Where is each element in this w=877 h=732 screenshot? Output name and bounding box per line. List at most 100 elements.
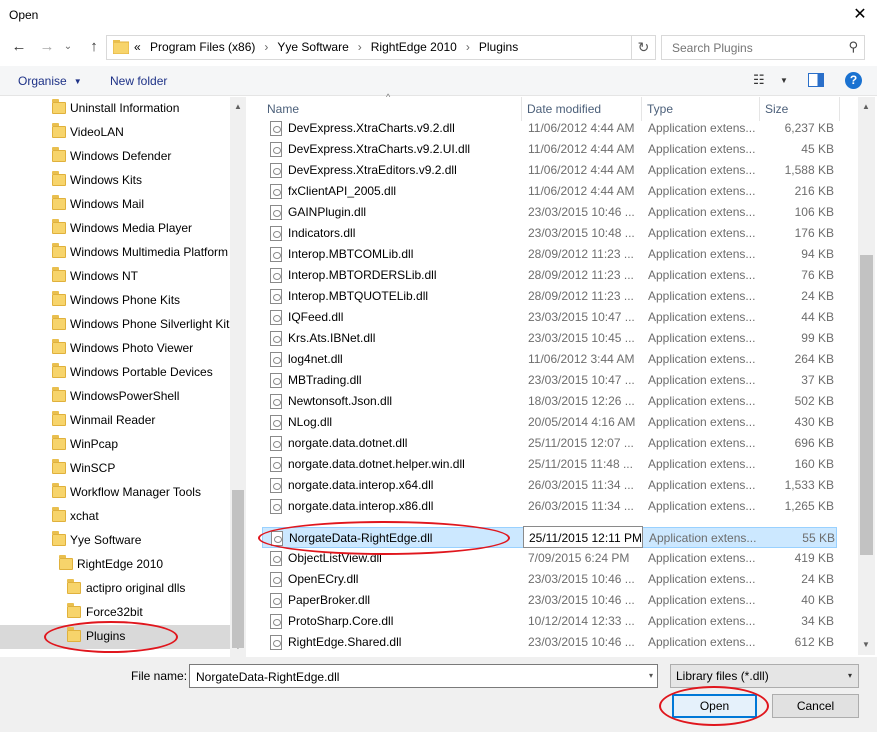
file-row[interactable]: GAINPlugin.dll 23/03/2015 10:46 ... Applic… [262,202,837,223]
breadcrumb-plugins[interactable]: Plugins [479,40,518,54]
file-type: Application extens... [648,226,756,240]
file-size: 160 KB [794,457,834,471]
file-row[interactable]: PaperBroker.dll 23/03/2015 10:46 ... Appli… [262,590,837,611]
folder-icon [67,603,81,618]
file-size: 612 KB [794,635,834,649]
preview-pane-icon[interactable] [808,73,824,87]
cancel-button[interactable]: Cancel [772,694,859,718]
scroll-up-arrow-icon[interactable]: ▲ [230,99,246,115]
file-row-selected[interactable]: NorgateData-RightEdge.dll 25/11/2015 12:1… [262,526,837,548]
file-row[interactable]: ObjectListView.dll 7/09/2015 6:24 PM Appli… [262,548,837,569]
organise-menu-button[interactable]: Organise ▼ [18,74,82,88]
refresh-icon[interactable]: ↻ [632,35,656,60]
file-row[interactable]: DevExpress.XtraCharts.v9.2.dll 11/06/2012… [262,118,837,139]
file-row[interactable]: OpenECry.dll 23/03/2015 10:46 ... Applicat… [262,569,837,590]
file-row[interactable]: DevExpress.XtraCharts.v9.2.UI.dll 11/06/2… [262,139,837,160]
file-row[interactable]: log4net.dll 11/06/2012 3:44 AM Application… [262,349,837,370]
nav-folder-item[interactable]: actipro original dlls [0,577,230,601]
close-icon[interactable]: ✕ [848,4,872,26]
nav-folder-item[interactable]: Windows Defender [0,145,230,169]
breadcrumb-yye-software[interactable]: Yye Software [277,40,348,54]
nav-folder-item[interactable]: VideoLAN [0,121,230,145]
file-list-scroll-thumb[interactable] [860,255,873,555]
nav-folder-item-selected[interactable]: Plugins [0,625,230,649]
file-row[interactable]: fxClientAPI_2005.dll 11/06/2012 4:44 AM Ap… [262,181,837,202]
chevron-down-icon[interactable]: ▾ [649,671,653,680]
forward-arrow-icon[interactable]: → [36,36,58,58]
file-row[interactable]: Interop.MBTORDERSLib.dll 28/09/2012 11:23… [262,265,837,286]
file-row[interactable]: norgate.data.dotnet.dll 25/11/2015 12:07 … [262,433,837,454]
file-size: 76 KB [801,268,834,282]
new-folder-button[interactable]: New folder [110,74,167,88]
scroll-up-arrow-icon[interactable]: ▲ [858,99,874,115]
file-size: 99 KB [801,331,834,345]
navigation-scroll-thumb[interactable] [232,490,244,648]
file-row[interactable]: Interop.MBTQUOTELib.dll 28/09/2012 11:23 … [262,286,837,307]
nav-folder-item[interactable]: RightEdge 2010 [0,553,230,577]
file-row[interactable]: ProtoSharp.Core.dll 10/12/2014 12:33 ... A… [262,611,837,632]
breadcrumb-program-files[interactable]: Program Files (x86) [150,40,255,54]
search-icon[interactable]: ⚲ [848,39,858,55]
nav-folder-item[interactable]: Windows Multimedia Platform [0,241,230,265]
nav-folder-label: xchat [70,509,99,523]
help-icon[interactable]: ? [845,72,862,89]
breadcrumb-separator-icon[interactable]: › [358,40,362,54]
nav-folder-item[interactable]: Force32bit [0,601,230,625]
file-name-input[interactable] [194,669,634,685]
search-box[interactable]: ⚲ [661,35,865,60]
sort-ascending-icon: ^ [386,92,391,102]
file-row[interactable]: Indicators.dll 23/03/2015 10:48 ... Applic… [262,223,837,244]
nav-folder-item[interactable]: Windows Kits [0,169,230,193]
recent-locations-chevron-icon[interactable]: ⌄ [61,36,75,58]
search-input[interactable] [670,40,840,56]
view-options-chevron-icon[interactable]: ▼ [780,76,788,85]
up-arrow-icon[interactable]: ↑ [83,36,105,58]
nav-folder-item[interactable]: WinPcap [0,433,230,457]
nav-folder-item[interactable]: Uninstall Information [0,97,230,121]
file-row[interactable]: Newtonsoft.Json.dll 18/03/2015 12:26 ... A… [262,391,837,412]
file-row[interactable]: norgate.data.interop.x86.dll 26/03/2015 1… [262,496,837,517]
open-button[interactable]: Open [672,694,757,718]
change-view-icon[interactable]: ☷ [753,72,765,88]
file-row[interactable]: norgate.data.interop.x64.dll 26/03/2015 1… [262,475,837,496]
nav-folder-item[interactable]: xchat [0,505,230,529]
nav-folder-item[interactable]: Winmail Reader [0,409,230,433]
file-type: Application extens... [648,593,756,607]
scroll-down-arrow-icon[interactable]: ▼ [858,637,874,653]
file-row[interactable]: NLog.dll 20/05/2014 4:16 AM Application ex… [262,412,837,433]
file-name: Krs.Ats.IBNet.dll [288,331,376,345]
file-row[interactable]: MBTrading.dll 23/03/2015 10:47 ... Applica… [262,370,837,391]
dll-file-icon [270,394,282,409]
nav-folder-item[interactable]: Windows Media Player [0,217,230,241]
nav-folder-item[interactable]: WinSCP [0,457,230,481]
nav-folder-item[interactable]: Windows Mail [0,193,230,217]
nav-folder-item[interactable]: Windows Photo Viewer [0,337,230,361]
file-row[interactable]: Interop.MBTCOMLib.dll 28/09/2012 11:23 ..… [262,244,837,265]
window-title: Open [9,8,39,22]
file-size: 1,533 KB [784,478,834,492]
dll-file-icon [270,457,282,472]
folder-icon [52,123,66,138]
file-name: ProtoSharp.Core.dll [288,614,394,628]
file-name: ObjectListView.dll [288,551,382,565]
nav-folder-item[interactable]: WindowsPowerShell [0,385,230,409]
file-row[interactable]: IQFeed.dll 23/03/2015 10:47 ... Applicatio… [262,307,837,328]
nav-folder-item[interactable]: Yye Software [0,529,230,553]
nav-folder-item[interactable]: Windows Phone Kits [0,289,230,313]
breadcrumb-overflow[interactable]: « [134,40,141,54]
nav-folder-item[interactable]: Workflow Manager Tools [0,481,230,505]
file-row[interactable]: RightEdge.Shared.dll 23/03/2015 10:46 ...… [262,632,837,653]
breadcrumb-separator-icon[interactable]: › [264,40,268,54]
file-row[interactable]: norgate.data.dotnet.helper.win.dll 25/11/… [262,454,837,475]
breadcrumb-separator-icon[interactable]: › [466,40,470,54]
file-type-filter-dropdown[interactable]: Library files (*.dll) ▾ [670,664,859,688]
file-row[interactable]: Krs.Ats.IBNet.dll 23/03/2015 10:45 ... App… [262,328,837,349]
nav-folder-item[interactable]: Windows Phone Silverlight Kit [0,313,230,337]
address-bar[interactable]: « Program Files (x86) › Yye Software › Right… [106,35,632,60]
file-name-combobox[interactable]: ▾ [189,664,658,688]
breadcrumb-rightedge[interactable]: RightEdge 2010 [371,40,457,54]
nav-folder-item[interactable]: Windows NT [0,265,230,289]
back-arrow-icon[interactable]: ← [8,36,30,58]
nav-folder-item[interactable]: Windows Portable Devices [0,361,230,385]
file-row[interactable]: DevExpress.XtraEditors.v9.2.dll 11/06/201… [262,160,837,181]
